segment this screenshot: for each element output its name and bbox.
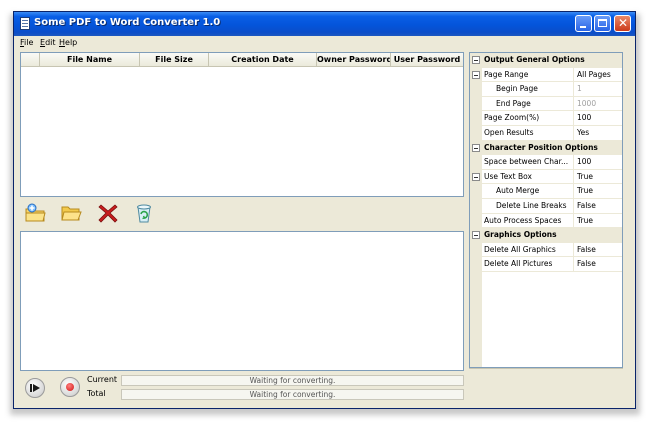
property-row[interactable]: Auto Process Spaces True [470,213,622,229]
property-divider [573,213,574,228]
property-category-label: Character Position Options [484,142,598,152]
property-row[interactable]: Page Range All Pages [470,67,622,83]
property-category[interactable]: Graphics Options [470,228,622,243]
property-divider [573,184,574,198]
property-row[interactable]: End Page 1000 [470,96,622,112]
property-divider [573,67,574,82]
property-value[interactable]: 100 [575,113,622,122]
current-progress-bar: Waiting for converting. [121,375,464,386]
property-row[interactable]: Delete All Graphics False [470,242,622,258]
collapse-icon[interactable] [472,56,480,64]
menu-edit[interactable]: Edit [40,38,56,47]
property-name: Space between Char... [484,157,569,167]
property-divider [573,155,574,169]
app-document-icon [20,17,30,30]
property-name: Delete All Graphics [484,244,556,254]
property-row[interactable]: Auto Merge True [470,184,622,199]
property-name: Begin Page [496,84,538,94]
property-name: Open Results [484,128,534,137]
property-name: Auto Merge [496,186,540,196]
property-divider [573,82,574,96]
property-name: Delete Line Breaks [496,201,567,210]
property-value[interactable]: False [575,201,622,210]
column-header-owner-password[interactable]: Owner Password [317,53,391,66]
record-stop-icon [66,383,74,391]
property-value[interactable]: All Pages [575,70,622,79]
app-window: Some PDF to Word Converter 1.0 ✕ File Ed… [13,11,636,409]
property-name: Page Range [484,69,529,79]
property-divider [573,169,574,184]
file-list-header: File Name File Size Creation Date Owner … [21,53,463,67]
clear-list-icon[interactable] [133,202,155,224]
property-divider [573,126,574,140]
property-name: Page Zoom(%) [484,113,540,123]
play-icon [33,384,40,392]
property-value[interactable]: True [575,186,622,195]
total-label: Total [87,389,106,398]
property-value[interactable]: 100 [575,157,622,166]
open-folder-icon[interactable] [60,202,82,224]
property-name: Use Text Box [484,171,532,181]
collapse-icon[interactable] [472,172,480,181]
property-row[interactable]: Open Results Yes [470,126,622,141]
property-row[interactable]: Delete Line Breaks False [470,199,622,214]
property-divider [573,199,574,213]
close-icon: ✕ [617,16,629,30]
collapse-icon[interactable] [472,231,480,240]
maximize-icon [598,19,607,27]
property-divider [573,242,574,257]
menu-help[interactable]: Help [59,38,77,47]
property-value[interactable]: 1 [575,84,622,93]
title-bar[interactable]: Some PDF to Word Converter 1.0 ✕ [14,12,635,36]
stop-button[interactable] [60,377,80,397]
file-list[interactable]: File Name File Size Creation Date Owner … [20,52,464,197]
property-name: End Page [496,98,531,108]
minimize-icon [580,26,586,28]
property-divider [573,96,574,111]
property-row[interactable]: Space between Char... 100 [470,155,622,170]
property-row[interactable]: Delete All Pictures False [470,257,622,272]
menu-bar: File Edit Help [14,37,635,50]
current-label: Current [87,375,118,384]
property-description [469,368,623,403]
column-header-user-password[interactable]: User Password [391,53,463,66]
conversion-log[interactable] [20,231,464,371]
column-header-file-name[interactable]: File Name [40,53,140,66]
column-header-file-size[interactable]: File Size [140,53,209,66]
property-value[interactable]: 1000 [575,99,622,108]
total-progress-bar: Waiting for converting. [121,389,464,400]
delete-icon[interactable] [97,202,119,224]
collapse-icon[interactable] [472,143,480,152]
property-name: Auto Process Spaces [484,215,562,225]
property-value[interactable]: True [575,216,622,225]
property-value[interactable]: True [575,172,622,181]
add-file-icon[interactable] [24,202,46,224]
property-category-label: Graphics Options [484,230,557,240]
property-category-label: Output General Options [484,55,585,64]
property-name: Delete All Pictures [484,259,553,269]
column-header-creation-date[interactable]: Creation Date [209,53,317,66]
minimize-button[interactable] [575,15,592,32]
property-category[interactable]: Character Position Options [470,140,622,156]
menu-file[interactable]: File [20,38,33,47]
property-value[interactable]: Yes [575,128,622,137]
property-row[interactable]: Use Text Box True [470,169,622,185]
close-button[interactable]: ✕ [614,15,631,32]
collapse-icon[interactable] [472,70,480,79]
property-row[interactable]: Page Zoom(%) 100 [470,111,622,126]
window-title: Some PDF to Word Converter 1.0 [34,17,221,28]
start-button[interactable] [25,378,45,398]
property-divider [573,257,574,271]
property-value[interactable]: False [575,259,622,268]
property-divider [573,111,574,125]
toolbar [20,200,464,228]
progress-area: Current Total Waiting for converting. Wa… [20,371,464,403]
property-category[interactable]: Output General Options [470,53,622,68]
property-value[interactable]: False [575,245,622,254]
column-header-checkbox[interactable] [21,53,40,66]
maximize-button[interactable] [594,15,611,32]
play-icon-bar [30,384,32,392]
property-grid[interactable]: Output General Options Page Range All Page… [469,52,623,368]
property-row[interactable]: Begin Page 1 [470,82,622,97]
